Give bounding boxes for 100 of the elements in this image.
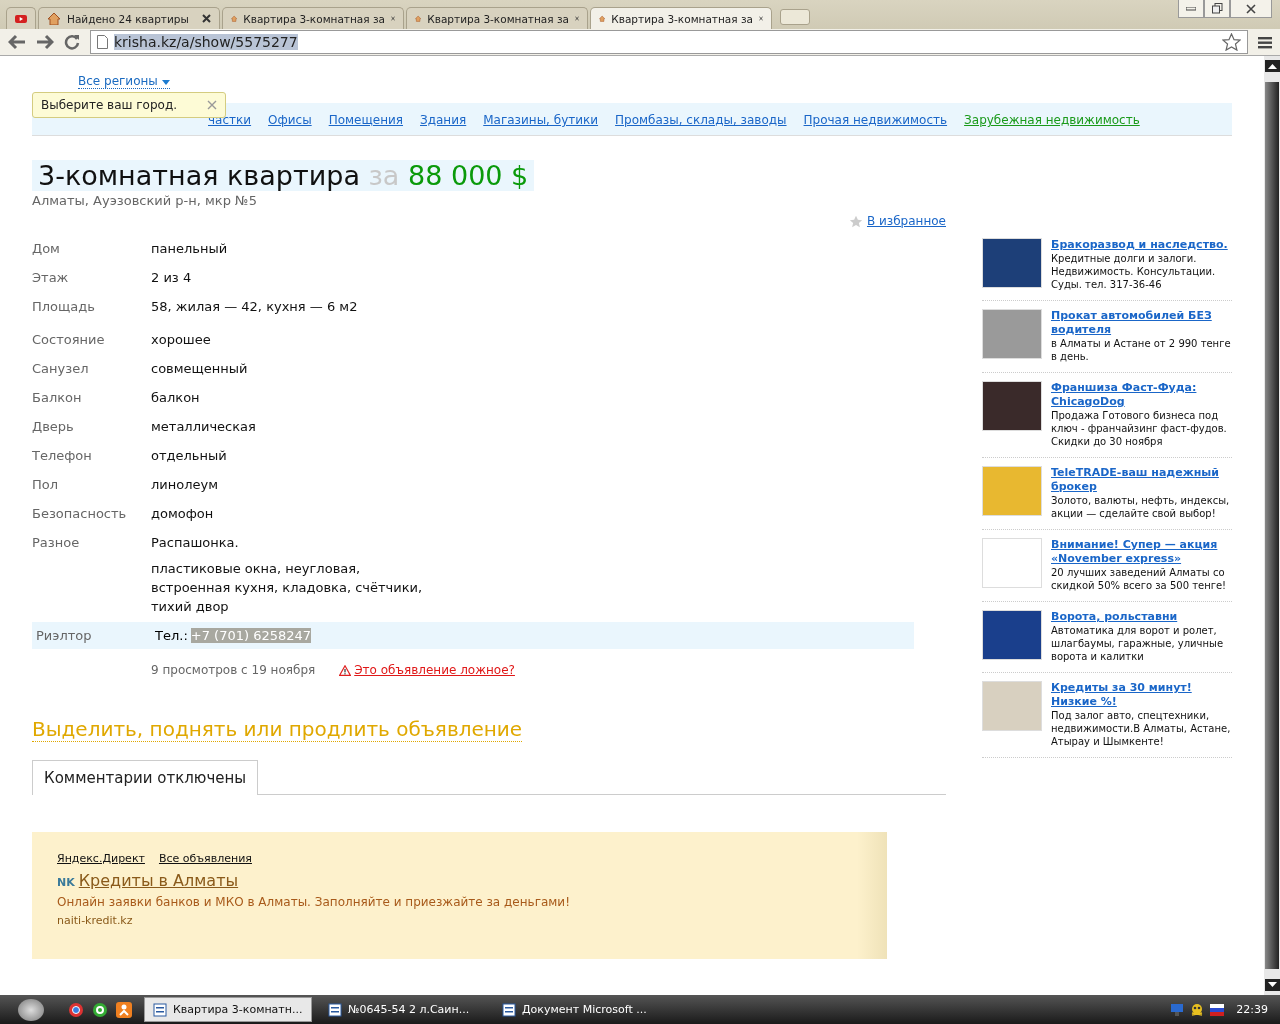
detail-label: Балкон [32, 390, 83, 405]
ad-description: Под залог авто, спецтехники, недвижимости.В Алматы, Астане, Атырау и Шымкенте! [1051, 709, 1232, 748]
caret-icon [161, 80, 170, 85]
add-to-favorites-link[interactable]: В избранное [849, 214, 946, 228]
menu-icon[interactable] [1258, 35, 1272, 49]
detail-label: Телефон [32, 448, 93, 463]
ad-text: Онлайн заявки банков и МКО в Алматы. Заполняйте и приезжайте за деньгами! [57, 895, 571, 909]
detail-value: балкон [151, 390, 200, 405]
detail-label: Санузел [32, 361, 90, 376]
ad-title-link[interactable]: Кредиты за 30 минут! Низкие %! [1051, 681, 1232, 709]
back-icon[interactable] [8, 34, 26, 50]
taskbar-button[interactable]: Документ Microsoft ... [494, 998, 660, 1021]
detail-value: панельный [151, 241, 228, 256]
detail-label: Дверь [32, 419, 75, 434]
ad-description: в Алматы и Астане от 2 990 тенге в день. [1051, 337, 1232, 363]
close-button[interactable] [1230, 0, 1272, 18]
play-icon [15, 12, 27, 25]
ad-title-link[interactable]: Франшиза Фаст-Фуда: ChicagoDog [1051, 381, 1232, 409]
detail-value: домофон [151, 506, 214, 521]
reload-icon[interactable] [64, 34, 80, 50]
category-link[interactable]: Прочая недвижимость [803, 113, 948, 127]
ad-image-placeholder[interactable] [982, 238, 1042, 288]
category-link[interactable]: Зарубежная недвижимость [964, 113, 1140, 127]
page-icon [97, 35, 108, 49]
detail-label: Безопасность [32, 506, 128, 521]
browser-tab[interactable]: Квартира 3-комнатная за [222, 7, 404, 29]
scroll-down-icon[interactable] [1264, 979, 1280, 991]
browser-tab[interactable]: Найдено 24 квартиры [38, 7, 220, 29]
ad-title-link[interactable]: Прокат автомобилей БЕЗ водителя [1051, 309, 1232, 337]
star-icon[interactable] [1222, 33, 1241, 51]
close-icon [1246, 3, 1256, 14]
ad-header-link[interactable]: Все объявления [158, 852, 252, 865]
ad-description: 20 лучших заведений Алматы со скидкой 50% всего за 500 тенге! [1051, 566, 1228, 592]
browser-tab[interactable]: Квартира 3-комнатная за [406, 7, 588, 29]
ad-image-placeholder[interactable] [982, 381, 1042, 431]
house-icon [47, 12, 61, 25]
close-icon[interactable] [202, 14, 211, 23]
report-link[interactable]: Это объявление ложное? [339, 663, 515, 677]
document-icon [502, 1002, 516, 1017]
skull-icon[interactable] [1190, 1002, 1205, 1017]
ad-logo-text: NK [57, 876, 75, 889]
ad-description: Автоматика для ворот и ролет, шлагбаумы, гаражные, уличные ворота и калитки [1051, 624, 1225, 663]
detail-label: Площадь [32, 299, 96, 314]
detail-value: 58, жилая — 42, кухня — 6 м2 [151, 299, 358, 314]
ad-image-placeholder[interactable] [982, 610, 1042, 660]
category-link[interactable]: Промбазы, склады, заводы [615, 113, 787, 127]
detail-value: отдельный [151, 448, 227, 463]
taskbar-button[interactable]: Квартира 3-комнатн... [144, 997, 312, 1022]
house-icon [415, 12, 422, 25]
clock: 22:39 [1236, 1003, 1268, 1016]
detail-label: Этаж [32, 270, 70, 285]
person-icon[interactable] [116, 1001, 132, 1018]
ad-title-link[interactable]: TeleTRADE-ваш надежный брокер [1051, 466, 1232, 494]
ad-title-link[interactable]: Бракоразвод и наследство. [1051, 238, 1232, 252]
star-icon [849, 214, 863, 228]
region-dropdown[interactable]: Все регионы [78, 74, 170, 89]
scrollbar[interactable] [1264, 56, 1280, 995]
contact-label: Риэлтор [36, 628, 93, 643]
scroll-up-icon[interactable] [1264, 60, 1280, 72]
detail-value: линолеум [151, 477, 219, 492]
address-bar[interactable]: krisha.kz/a/show/5575277 [90, 30, 1248, 54]
minimize-icon [1186, 6, 1196, 11]
browser-tab[interactable] [6, 7, 36, 29]
restore-button[interactable] [1204, 0, 1230, 18]
category-link[interactable]: Помещения [328, 113, 403, 127]
house-icon [599, 12, 606, 25]
ad-title-link[interactable]: Кредиты в Алматы [78, 871, 239, 890]
ad-title-link[interactable]: Ворота, рольставни [1051, 610, 1232, 624]
detail-label: Разное [32, 535, 81, 550]
browser-tab[interactable]: Квартира 3-комнатная за [590, 7, 772, 29]
browser-icon[interactable] [68, 1001, 84, 1018]
detail-value: Распашонка. [151, 535, 239, 550]
detail-value: металлическая [151, 419, 256, 434]
view-count: 9 просмотров с 19 ноября [151, 663, 316, 677]
comments-tab[interactable]: Комментарии отключены [32, 760, 259, 795]
listing-address: Алматы, Ауэзовский р-н, мкр №5 [32, 193, 258, 208]
document-icon [153, 1002, 167, 1017]
taskbar-button[interactable]: №0645-54 2 л.Саин... [320, 998, 486, 1021]
category-link[interactable]: Здания [420, 113, 467, 127]
tooltip-text: Выберите ваш город. [41, 98, 178, 112]
flag-icon[interactable] [1210, 1003, 1225, 1016]
phone-number: +7 (701) 6258247 [190, 628, 312, 643]
detail-value: хорошее [151, 332, 211, 347]
ad-description: Кредитные долги и залоги. Недвижимость. Консультации. Суды. тел. 317-36-46 [1051, 252, 1217, 291]
ad-title-link[interactable]: Внимание! Супер — акция «November express» [1051, 538, 1232, 566]
start-button[interactable] [18, 998, 44, 1021]
detail-label: Состояние [32, 332, 106, 347]
house-icon [231, 12, 238, 25]
close-icon[interactable] [574, 14, 579, 23]
category-link[interactable]: Магазины, бутики [483, 113, 599, 127]
category-link[interactable]: Офисы [268, 113, 312, 127]
warning-icon [339, 664, 352, 676]
ad-domain: naiti-kredit.kz [57, 914, 134, 927]
close-icon[interactable] [758, 14, 763, 23]
ad-description: Золото, валюты, нефть, индексы, акции — сделайте свой выбор! [1051, 494, 1231, 520]
network-icon[interactable] [1170, 1002, 1185, 1017]
close-icon[interactable] [390, 14, 395, 23]
forward-icon[interactable] [36, 34, 54, 50]
detail-label: Дом [32, 241, 61, 256]
ad-header-link[interactable]: Яндекс.Директ [57, 852, 145, 865]
